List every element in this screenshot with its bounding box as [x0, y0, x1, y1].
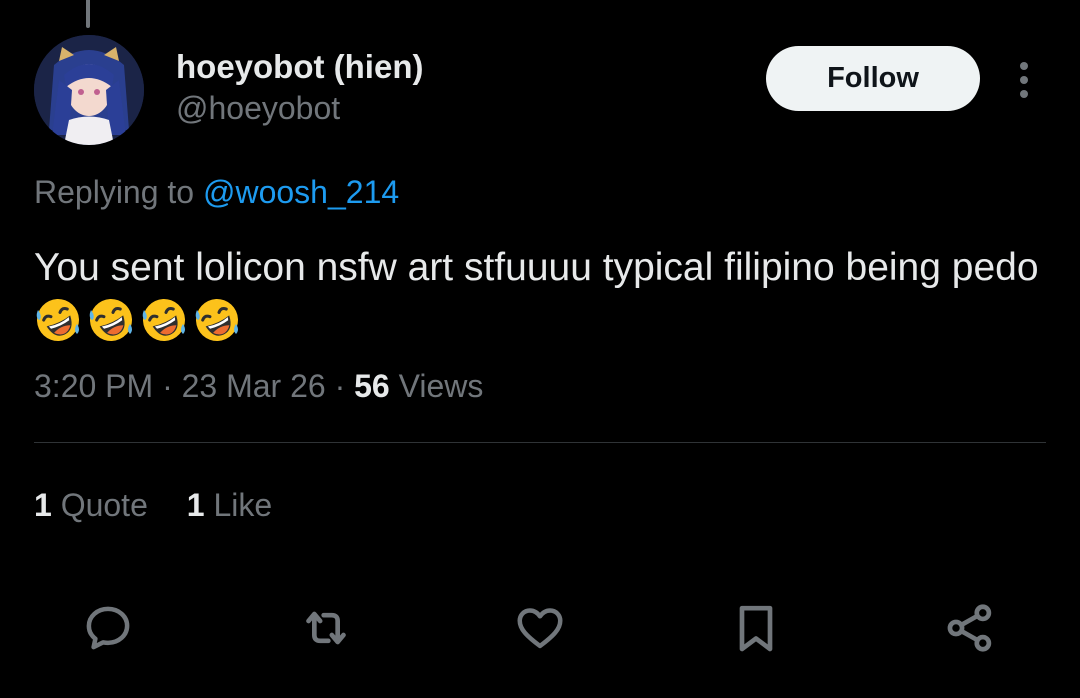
- divider: [34, 442, 1046, 443]
- emoji-row: [34, 299, 246, 345]
- laughing-emoji-icon: [36, 299, 79, 341]
- more-dot: [1020, 76, 1028, 84]
- like-button[interactable]: [512, 600, 568, 656]
- share-button[interactable]: [942, 600, 998, 656]
- avatar[interactable]: [34, 35, 144, 145]
- laughing-emoji-icon: [142, 299, 185, 341]
- replying-to: Replying to @woosh_214: [34, 174, 399, 211]
- author-handle[interactable]: @hoeyobot: [176, 90, 340, 127]
- quotes-stat[interactable]: 1 Quote: [34, 487, 148, 523]
- bookmark-icon: [739, 605, 773, 652]
- tweet-body: You sent lolicon nsfw art stfuuuu typica…: [34, 246, 1039, 289]
- share-icon: [947, 604, 992, 652]
- likes-label: Like: [204, 487, 273, 523]
- thread-connector-line: [86, 0, 90, 28]
- laughing-emoji-icon: [89, 299, 132, 341]
- likes-stat[interactable]: 1 Like: [187, 487, 272, 523]
- reply-icon: [86, 606, 130, 650]
- engagement-stats: 1 Quote 1 Like: [34, 487, 302, 524]
- tweet-meta: 3:20 PM · 23 Mar 26 · 56 Views: [34, 368, 483, 405]
- tweet-date[interactable]: 23 Mar 26: [182, 368, 326, 404]
- author-display-name[interactable]: hoeyobot (hien): [176, 48, 423, 86]
- reply-button[interactable]: [80, 600, 136, 656]
- replying-to-label: Replying to: [34, 174, 203, 210]
- meta-separator: ·: [325, 368, 355, 404]
- quotes-count: 1: [34, 487, 52, 523]
- tweet-time[interactable]: 3:20 PM: [34, 368, 153, 404]
- avatar-image: [34, 35, 144, 145]
- more-dot: [1020, 62, 1028, 70]
- tweet-text: You sent lolicon nsfw art stfuuuu typica…: [34, 240, 1044, 352]
- laughing-emoji-icon: [195, 299, 238, 341]
- follow-button[interactable]: Follow: [766, 46, 980, 111]
- quotes-label: Quote: [51, 487, 148, 523]
- views-label: Views: [389, 368, 484, 404]
- retweet-button[interactable]: [298, 600, 354, 656]
- retweet-icon: [306, 611, 346, 645]
- meta-separator: ·: [153, 368, 182, 404]
- more-options-icon[interactable]: [1008, 60, 1040, 100]
- views-count: 56: [354, 368, 390, 404]
- bookmark-button[interactable]: [728, 600, 784, 656]
- like-icon: [517, 608, 563, 649]
- likes-count: 1: [186, 487, 205, 523]
- more-dot: [1020, 90, 1028, 98]
- reply-handle-link[interactable]: @woosh_214: [203, 174, 399, 210]
